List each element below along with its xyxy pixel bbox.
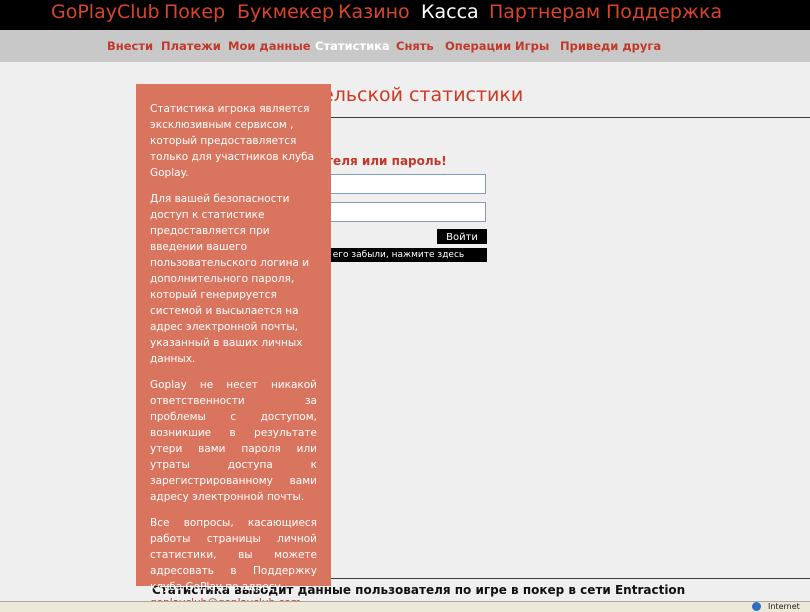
- top-nav-support[interactable]: Поддержка: [606, 1, 722, 23]
- sub-nav: Внести Платежи Мои данные Статистика Сня…: [0, 30, 810, 62]
- sub-nav-games[interactable]: Игры: [515, 39, 549, 53]
- sub-nav-statistics[interactable]: Статистика: [315, 39, 390, 53]
- top-nav-bookmaker[interactable]: Букмекер: [237, 1, 334, 23]
- info-paragraph-4: Все вопросы, касающиеся работы страницы …: [150, 515, 317, 611]
- password-field[interactable]: [318, 202, 486, 222]
- top-nav: GoPlayClub Покер Букмекер Казино Касса П…: [0, 0, 810, 30]
- page-title: ельской статистики: [322, 84, 524, 106]
- top-nav-casino[interactable]: Казино: [338, 1, 410, 23]
- top-nav-goplayclub[interactable]: GoPlayClub: [51, 1, 160, 23]
- top-nav-cashier[interactable]: Касса: [421, 1, 479, 23]
- globe-icon: [752, 602, 761, 611]
- info-paragraph-3: Goplay не несет никакой ответственности …: [150, 379, 317, 503]
- sub-nav-deposit[interactable]: Внести: [107, 39, 153, 53]
- top-nav-poker[interactable]: Покер: [164, 1, 225, 23]
- info-paragraph-4-text: Все вопросы, касающиеся работы страницы …: [150, 517, 317, 593]
- sub-nav-payments[interactable]: Платежи: [161, 39, 221, 53]
- sub-nav-refer-friend[interactable]: Приведи друга: [560, 39, 661, 53]
- login-error-message: ателя или пароль!: [318, 154, 447, 168]
- status-zone-text: Internet: [768, 602, 800, 611]
- sub-nav-operations[interactable]: Операции: [445, 39, 511, 53]
- title-divider: [322, 117, 810, 118]
- statistics-info-panel: Статистика игрока является эксклюзивным …: [136, 84, 331, 609]
- top-nav-partners[interactable]: Партнерам: [489, 1, 600, 23]
- browser-status-bar: [0, 601, 810, 612]
- forgot-password-link[interactable]: и его забыли, нажмите здесь: [318, 248, 487, 262]
- login-field[interactable]: [318, 174, 486, 194]
- sub-nav-my-data[interactable]: Мои данные: [228, 39, 311, 53]
- info-paragraph-2: Для вашей безопасности доступ к статисти…: [150, 193, 310, 365]
- login-button[interactable]: Войти: [437, 229, 487, 244]
- info-paragraph-1: Статистика игрока является эксклюзивным …: [150, 103, 315, 179]
- sub-nav-withdraw[interactable]: Снять: [396, 39, 434, 53]
